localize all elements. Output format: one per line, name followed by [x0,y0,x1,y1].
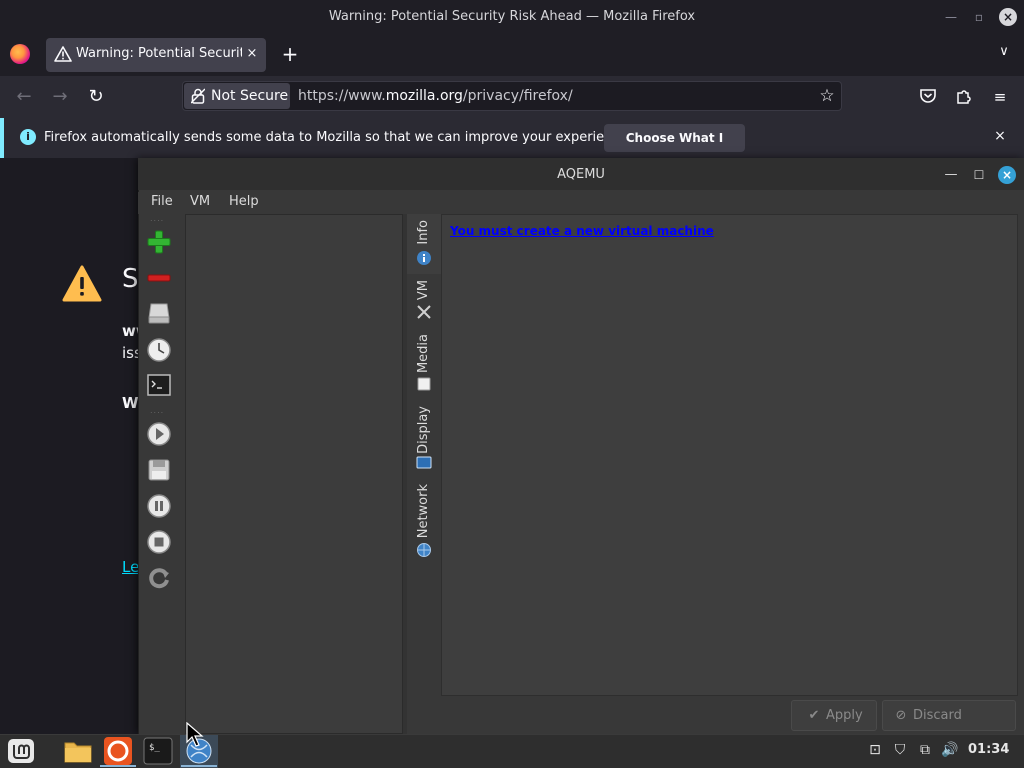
terminal-taskbar-icon[interactable]: $_ [143,736,173,766]
warning-icon [54,46,72,62]
create-vm-message[interactable]: You must create a new virtual machine [450,224,714,238]
tab-network[interactable]: Network [407,480,441,560]
aqemu-menubar [138,192,1024,214]
url-text[interactable]: https://www.mozilla.org/privacy/firefox/ [298,88,573,104]
tab-display-label: Display [416,406,431,454]
back-arrow-icon[interactable]: ← [10,84,38,110]
toolbar-separator: .... [150,214,165,223]
tab-display[interactable]: Display [407,402,441,474]
aqemu-close-button[interactable]: × [998,166,1016,184]
insecure-lock-icon [191,88,205,104]
extensions-icon[interactable] [955,87,973,105]
new-tab-button[interactable]: + [280,42,300,66]
discard-changes-button[interactable]: ⊘Discard Changes [882,700,1016,752]
tools-icon [417,305,431,319]
pocket-icon[interactable] [919,87,937,105]
network-globe-icon [417,543,431,557]
menu-vm[interactable]: VM [190,194,210,209]
save-vm-icon[interactable] [146,457,172,483]
bookmark-star-icon[interactable]: ☆ [816,85,838,107]
tab-vm-label: VM [416,280,431,301]
maximize-button[interactable]: ▫ [971,9,987,25]
tab-info-label: Info [416,220,431,245]
minimize-button[interactable]: — [943,9,959,25]
start-vm-icon[interactable] [146,421,172,447]
warning-triangle-icon [62,265,102,302]
running-indicator [100,765,136,767]
url-prefix: https://www. [298,88,386,104]
stop-vm-icon[interactable] [146,529,172,555]
info-icon [417,251,431,265]
forward-arrow-icon[interactable]: → [46,84,74,110]
clock[interactable]: 01:34 [968,742,1009,757]
notification-message: Firefox automatically sends some data to… [44,130,632,145]
mint-menu-icon[interactable] [6,736,36,766]
menu-file[interactable]: File [151,194,173,209]
menu-help[interactable]: Help [229,194,259,209]
terminal-icon[interactable] [146,372,172,398]
remove-vm-icon[interactable] [146,265,172,291]
notification-close-icon[interactable]: × [992,128,1008,144]
aqemu-minimize-button[interactable]: — [944,167,958,183]
mouse-cursor-icon [186,722,204,747]
pause-vm-icon[interactable] [146,493,172,519]
files-folder-icon[interactable] [63,736,93,766]
display-monitor-icon [416,456,432,469]
media-disk-icon [417,377,431,391]
running-indicator [181,765,217,767]
tab-media-label: Media [416,334,431,374]
url-path: /privacy/firefox/ [462,88,573,104]
cancel-icon: ⊘ [895,708,907,723]
volume-icon[interactable]: 🔊 [941,741,959,759]
network-icon[interactable]: ⧉ [916,741,934,759]
aqemu-maximize-button[interactable]: ☐ [972,167,986,183]
chevron-down-icon[interactable]: ∨ [994,44,1014,64]
shield-icon[interactable]: ⛉ [891,741,909,759]
add-vm-icon[interactable] [146,229,172,255]
apply-label: Apply [826,708,863,723]
tab-network-label: Network [416,484,431,539]
tab-vm[interactable]: VM [407,276,441,326]
reset-vm-icon[interactable] [146,565,172,591]
toolbar-separator: .... [150,406,165,415]
vm-list[interactable] [185,214,403,734]
choose-what-i-share-button[interactable]: Choose What I Share [604,124,745,173]
close-window-button[interactable]: × [999,8,1017,26]
not-secure-label: Not Secure [211,88,289,104]
info-icon: i [20,129,36,145]
tab-info[interactable]: Info [407,214,441,274]
apply-button[interactable]: ✔ Apply [791,700,877,731]
learn-more-link[interactable]: Le [122,558,139,576]
firefox-taskbar-icon[interactable] [103,736,133,766]
url-host: mozilla.org [385,88,463,104]
firefox-logo-icon[interactable] [10,44,30,64]
reload-icon[interactable]: ↻ [82,84,110,110]
clock-icon[interactable] [146,337,172,363]
tab-media[interactable]: Media [407,330,441,394]
tab-label: Warning: Potential Security Risk Ahead [76,46,242,61]
tab-close-icon[interactable]: × [244,44,260,64]
svg-text:$_: $_ [149,743,160,753]
harddisk-icon[interactable] [146,300,172,326]
window-title: Warning: Potential Security Risk Ahead —… [328,9,696,24]
info-panel [441,214,1018,696]
aqemu-title: AQEMU [557,167,605,182]
update-manager-icon[interactable]: ⊡ [866,741,884,759]
menu-hamburger-icon[interactable]: ≡ [989,86,1011,108]
check-icon: ✔ [808,708,820,723]
